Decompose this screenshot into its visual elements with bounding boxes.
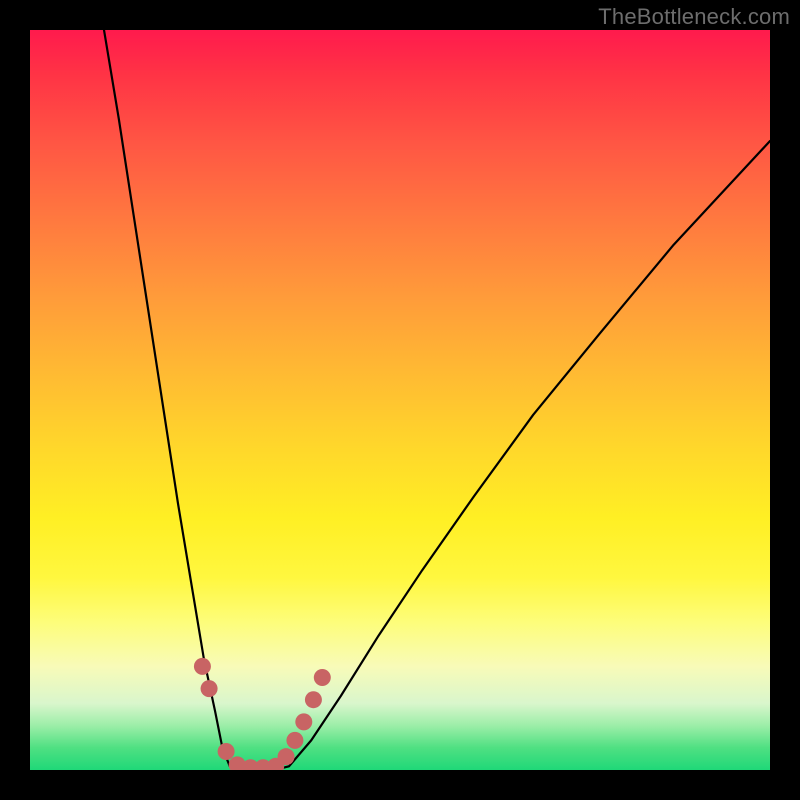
highlight-dot (286, 732, 303, 749)
bottleneck-curve (30, 30, 770, 770)
highlight-dot (201, 680, 218, 697)
highlight-dot (314, 669, 331, 686)
highlight-dot (278, 748, 295, 765)
highlight-dot (194, 658, 211, 675)
watermark-text: TheBottleneck.com (598, 4, 790, 30)
highlight-dot (218, 743, 235, 760)
plot-area (30, 30, 770, 770)
chart-frame: TheBottleneck.com (0, 0, 800, 800)
highlight-dot (295, 713, 312, 730)
highlight-dot (305, 691, 322, 708)
